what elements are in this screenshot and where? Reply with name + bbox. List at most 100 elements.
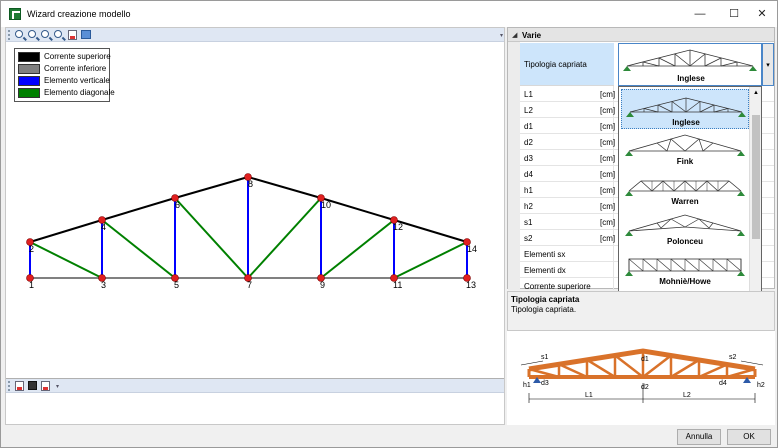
description-text: Tipologia capriata. [511,305,577,314]
top-chord-member [247,176,322,199]
property-name: L1 [524,90,533,99]
top-chord-member [29,219,103,243]
node-label: 1 [29,280,34,290]
output-pane: ▾ [6,378,504,424]
toolbar-grip-icon[interactable] [8,30,10,40]
window-title: Wizard creazione modello [27,9,131,19]
diagonal-member [393,241,468,279]
dim-label-h2: h2 [757,382,765,389]
dim-label-s1: s1 [541,354,549,361]
dropdown-option[interactable]: Fink [621,129,749,169]
dropdown-option[interactable]: Mohniè/Howe [621,249,749,289]
truss-type-icon [625,180,745,196]
toolbar-grip-icon[interactable] [8,381,10,391]
pdf-icon[interactable] [68,30,77,40]
property-unit: [cm] [600,90,616,99]
truss-drawing: 1234567891011121314 [26,173,477,290]
dim-label-d3: d3 [541,380,549,387]
property-name: Tipologia capriata [524,60,587,69]
dim-label-h1: h1 [523,382,531,389]
dropdown-option[interactable]: Polonceu [621,209,749,249]
node-label: 5 [174,280,179,290]
dropdown-option-label: Mohniè/Howe [659,277,711,286]
zoom-in-icon[interactable] [15,30,23,38]
drawing-panel: ▾ Corrente superiore Corrente inferiore … [5,27,505,425]
property-row-tipologia[interactable]: Tipologia capriata [520,43,614,86]
edit-doc-icon[interactable] [41,381,50,391]
zoom-out-icon[interactable] [28,30,36,38]
combo-value: Inglese [677,74,705,83]
toolbar-overflow-icon[interactable]: ▾ [56,383,59,390]
node-label: 4 [101,222,106,232]
ok-button[interactable]: OK [727,429,771,445]
dropdown-option[interactable]: Inglese [621,89,749,129]
title-bar: Wizard creazione modello — ☐ ✕ [1,1,777,27]
node-label: 8 [248,179,253,189]
zoom-fit-icon[interactable] [41,30,49,38]
property-name: s1 [524,218,533,227]
close-button[interactable]: ✕ [745,1,778,27]
toolbar-overflow-icon[interactable]: ▾ [500,32,503,39]
cancel-button[interactable]: Annulla [677,429,721,445]
diagonal-member [320,219,395,279]
collapse-icon[interactable]: ◢ [512,31,517,39]
scroll-up-icon[interactable]: ▲ [750,87,762,99]
truss-schematic-preview: s1 s2 d1 d2 d3 d4 h1 h2 L1 L2 [507,331,775,425]
node-label: 13 [466,280,476,290]
diagonal-member [101,219,176,279]
diagonal-member [247,197,322,279]
property-unit: [cm] [600,170,616,179]
output-toolbar: ▾ [6,379,504,393]
property-name: s2 [524,234,533,243]
truss-canvas[interactable]: Corrente superiore Corrente inferiore El… [6,43,504,377]
truss-type-icon [626,97,746,117]
combo-dropdown-button[interactable]: ▾ [762,43,774,86]
property-name: Elementi sx [524,250,566,259]
property-unit: [cm] [600,218,616,227]
dropdown-option-label: Polonceu [666,237,703,246]
dropdown-option[interactable]: Warren [621,169,749,209]
dim-label-d4: d4 [719,380,727,387]
property-name: Elementi dx [524,266,566,275]
property-name: d1 [524,122,533,131]
truss-type-icon [625,134,745,156]
scroll-thumb[interactable] [752,115,760,239]
property-unit: [cm] [600,154,616,163]
property-name: d4 [524,170,533,179]
app-icon [9,8,21,20]
minimize-button[interactable]: — [683,1,717,27]
property-name: Corrente superiore [524,282,591,291]
node-label: 6 [175,200,180,210]
node-label: 10 [321,200,331,210]
save-icon[interactable] [28,381,37,390]
node-label: 2 [29,244,34,254]
dim-label-L2: L2 [683,392,691,399]
property-name: d2 [524,138,533,147]
top-chord-member [393,219,468,243]
new-doc-icon[interactable] [15,381,24,391]
top-chord-member [174,176,249,199]
property-unit: [cm] [600,138,616,147]
property-grid: ◢ Varie Tipologia capriata Inglese ▾ L1 … [507,27,775,334]
schematic-drawing: s1 s2 d1 d2 d3 d4 h1 h2 L1 L2 [520,348,765,403]
diagonal-member [29,241,103,279]
node-label: 11 [393,280,402,290]
description-title: Tipologia capriata [511,295,580,304]
image-icon[interactable] [81,30,91,39]
property-name: L2 [524,106,533,115]
description-panel: Tipologia capriata Tipologia capriata. [507,291,775,331]
node-label: 12 [393,222,403,232]
node-label: 7 [247,280,252,290]
category-label: Varie [522,31,542,40]
property-panel: ◢ Varie Tipologia capriata Inglese ▾ L1 … [507,27,775,425]
truss-type-icon [625,214,745,236]
tipologia-combo[interactable]: Inglese [618,43,762,86]
truss-type-icon [625,258,745,276]
diagonal-member [174,197,249,279]
property-name: h2 [524,202,533,211]
top-chord-member [101,197,176,221]
zoom-window-icon[interactable] [54,30,62,38]
category-header[interactable]: ◢ Varie [508,28,774,42]
dropdown-option-label: Fink [676,157,694,166]
node-label: 14 [467,244,477,254]
